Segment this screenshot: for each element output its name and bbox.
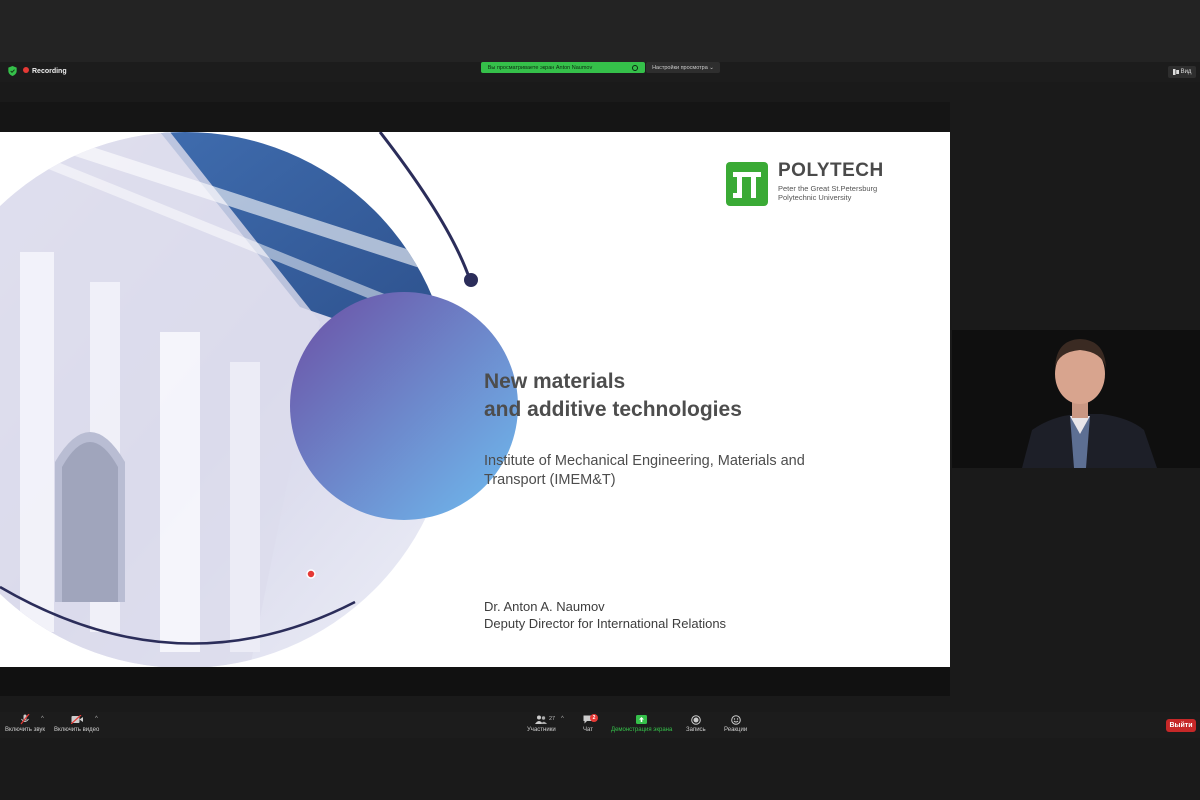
reactions-button[interactable]: Реакции [724, 714, 747, 733]
slide-author: Dr. Anton A. Naumov Deputy Director for … [484, 598, 726, 632]
security-shield-icon[interactable] [8, 66, 17, 76]
recording-status[interactable]: Recording [23, 67, 67, 75]
participants-count: 27 [549, 716, 556, 722]
pointer-dot [306, 569, 316, 579]
participant-video-tile[interactable] [952, 330, 1200, 468]
share-screen-button[interactable]: Демонстрация экрана [611, 714, 672, 733]
video-off-icon [70, 714, 83, 725]
chevron-down-icon: ⌄ [707, 64, 714, 71]
arc-dot [464, 273, 478, 287]
author-role: Deputy Director for International Relati… [484, 616, 727, 631]
reactions-smiley-icon [730, 714, 742, 725]
recording-indicator: Recording [8, 66, 67, 76]
reactions-label: Реакции [724, 727, 748, 733]
meeting-toolbar [0, 712, 1200, 738]
logo-subtitle: Peter the Great St.Petersburg Polytechni… [778, 184, 878, 202]
slide-graphics [0, 132, 518, 667]
share-screen-label: Демонстрация экрана [611, 727, 673, 733]
view-options-label: Настройки просмотра [652, 64, 708, 71]
record-button[interactable]: Запись [686, 714, 706, 733]
polytech-logo-icon [726, 162, 768, 206]
logo-title: POLYTECH [778, 160, 884, 181]
share-screen-icon [636, 714, 648, 725]
record-label: Запись [686, 727, 706, 733]
participant-video [952, 330, 1200, 468]
slide-title-line-1: New materials [484, 370, 626, 393]
start-video-button[interactable]: Включить видео [54, 714, 99, 733]
microphone-muted-icon [19, 714, 31, 725]
slide-title-line-2: and additive technologies [484, 398, 742, 421]
participants-label: Участники [527, 727, 556, 733]
participants-chevron-icon[interactable]: ^ [561, 716, 564, 722]
view-options-dropdown[interactable]: Настройки просмотра ⌄ [646, 62, 720, 73]
share-status-icon [632, 64, 639, 71]
chat-label: Чат [583, 727, 593, 733]
chat-unread-badge: 2 [590, 714, 598, 722]
start-video-label: Включить видео [54, 727, 100, 733]
leave-meeting-button[interactable]: Выйти [1166, 719, 1196, 732]
grid-view-icon [1172, 69, 1179, 75]
view-label: Вид [1180, 69, 1192, 75]
recording-label: Recording [32, 68, 67, 75]
slide-title: New materials and additive technologies [484, 368, 742, 424]
slide-top-band [0, 102, 950, 132]
record-dot-icon [23, 67, 29, 73]
slide-subtitle: Institute of Mechanical Engineering, Mat… [484, 453, 805, 488]
unmute-button[interactable]: Включить звук [5, 714, 45, 733]
audio-options-chevron-icon[interactable]: ^ [41, 716, 44, 722]
view-button[interactable]: Вид [1168, 66, 1196, 78]
window-top-area [0, 0, 1200, 62]
presentation-slide: POLYTECH Peter the Great St.Petersburg P… [0, 132, 950, 667]
participants-icon [535, 714, 548, 725]
unmute-label: Включить звук [5, 727, 46, 733]
author-name: Dr. Anton A. Naumov [484, 599, 605, 614]
video-options-chevron-icon[interactable]: ^ [95, 716, 98, 722]
share-banner-text: Вы просматриваете экран Anton Naumov [487, 64, 593, 71]
screen-share-banner[interactable]: Вы просматриваете экран Anton Naumov [481, 62, 645, 73]
record-icon [690, 714, 702, 725]
